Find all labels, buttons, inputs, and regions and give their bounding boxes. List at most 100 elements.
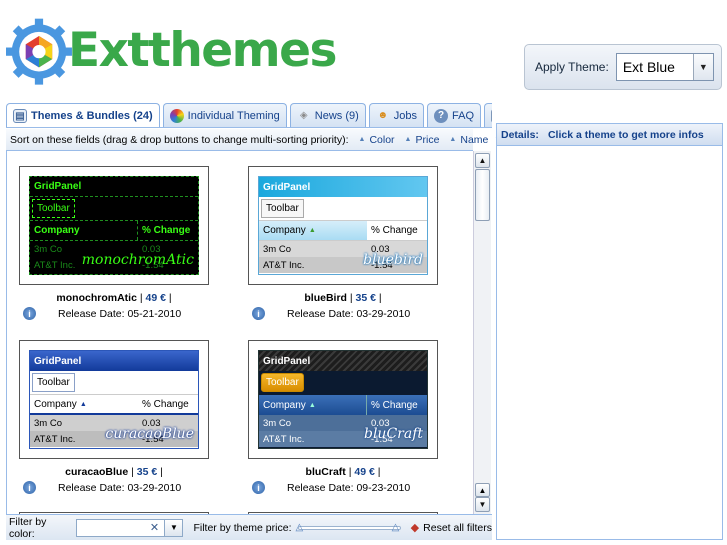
filter-toolbar: Filter by color: ✕ ▼ Filter by theme pri… [6, 514, 492, 540]
theme-price[interactable]: 35 € [356, 292, 376, 304]
tab-label: Themes & Bundles (24) [31, 110, 153, 122]
apply-theme-value: Ext Blue [622, 59, 675, 75]
sort-button-color[interactable]: ▲ Color [359, 134, 395, 146]
reset-filters-button[interactable]: ◆ Reset all filters [410, 521, 492, 535]
preview-signature: bluebird [363, 252, 423, 268]
sort-description: Sort on these fields (drag & drop button… [10, 133, 349, 146]
theme-name: blueBird [304, 292, 347, 304]
eraser-icon: ◆ [410, 522, 420, 534]
theme-card[interactable]: GridPanel Toolbar Company ▲ % Change 3m C… [248, 166, 438, 320]
tab-themes-bundles[interactable]: ▤ Themes & Bundles (24) [6, 103, 160, 127]
theme-card[interactable]: GridPanel Toolbar Company % Change 3m Co… [19, 166, 209, 320]
sort-asc-icon: ▲ [404, 136, 412, 143]
info-icon[interactable]: i [252, 481, 265, 494]
apply-theme-panel: Apply Theme: Ext Blue ▼ [524, 44, 722, 90]
sort-button-name[interactable]: ▲ Name [449, 134, 488, 146]
theme-release-line: i Release Date: 03-29-2010 [19, 481, 209, 494]
apply-theme-label: Apply Theme: [535, 60, 609, 74]
mail-icon: ✉ [491, 108, 492, 123]
preview-title: GridPanel [259, 351, 427, 371]
clear-icon[interactable]: ✕ [146, 520, 162, 536]
preview-title: GridPanel [30, 351, 198, 371]
theme-price[interactable]: 49 € [354, 466, 374, 478]
details-header: Details: Click a theme to get more infos [497, 124, 722, 146]
tab-label: News (9) [314, 109, 359, 122]
preview-toolbar: Toolbar [261, 199, 304, 218]
slider-track [297, 525, 401, 530]
apply-theme-select[interactable]: Ext Blue ▼ [615, 53, 714, 81]
details-panel: Details: Click a theme to get more infos [496, 123, 723, 540]
dataview-scrollbar[interactable]: ▲ ▲ ▼ [473, 151, 491, 514]
theme-preview[interactable]: GridPanel Toolbar Company % Change 3m Co… [19, 166, 209, 285]
tab-jobs[interactable]: ☻ Jobs [368, 103, 425, 127]
preview-signature: bluCraft [363, 426, 423, 442]
release-date: Release Date: 03-29-2010 [287, 307, 411, 320]
release-date: Release Date: 05-21-2010 [58, 307, 182, 320]
scroll-down-icon[interactable]: ▼ [475, 497, 490, 512]
preview-col-change: % Change [371, 399, 418, 411]
scroll-up-icon[interactable]: ▲ [475, 153, 490, 168]
release-date: Release Date: 03-29-2010 [58, 481, 182, 494]
theme-card[interactable]: GridPanel Toolbar Company ▲ % Change 3m C… [248, 340, 438, 494]
gear-logo-icon [6, 18, 72, 85]
info-icon[interactable]: i [23, 481, 36, 494]
help-icon: ? [434, 108, 449, 123]
theme-price[interactable]: 49 € [145, 292, 165, 304]
preview-col-label: Company [263, 399, 306, 411]
tab-label: FAQ [452, 109, 475, 122]
tab-label: Jobs [393, 109, 418, 122]
preview-col-company: Company [30, 221, 138, 240]
theme-price[interactable]: 35 € [137, 466, 157, 478]
theme-preview[interactable]: GridPanel Toolbar Company ▲ % Change 3m C… [19, 340, 209, 459]
tab-news[interactable]: ◈ News (9) [289, 103, 366, 127]
filter-color-input[interactable] [77, 519, 148, 536]
tab-label: Individual Theming [187, 109, 280, 122]
theme-name: curacaoBlue [65, 466, 129, 478]
logo[interactable]: Extthemes [6, 8, 338, 92]
people-icon: ☻ [377, 110, 389, 121]
slider-min-thumb[interactable]: △ [296, 522, 307, 534]
scroll-thumb[interactable] [475, 169, 490, 221]
theme-name: bluCraft [305, 466, 346, 478]
filter-color-label: Filter by color: [9, 515, 47, 540]
tab-individual-theming[interactable]: Individual Theming [162, 103, 287, 127]
theme-name-line: blueBird | 35 € | [304, 292, 382, 304]
preview-col-label: Company [34, 398, 77, 410]
sort-button-price[interactable]: ▲ Price [405, 134, 440, 146]
chevron-down-icon[interactable]: ▼ [164, 519, 183, 536]
theme-card[interactable]: GridPanel Toolbar Company ▲ % Change 3m C… [19, 340, 209, 494]
filter-color-combo[interactable]: ✕ ▼ [76, 518, 184, 537]
tab-strip: ▤ Themes & Bundles (24) Individual Themi… [6, 103, 492, 128]
theme-name-line: monochromAtic | 49 € | [56, 292, 172, 304]
preview-toolbar: Toolbar [32, 199, 75, 218]
reset-filters-label: Reset all filters [423, 521, 492, 534]
preview-col-company: Company ▲ [259, 221, 367, 240]
preview-cell: AT&T Inc. [263, 259, 305, 271]
chevron-down-icon[interactable]: ▼ [692, 54, 713, 80]
price-range-slider[interactable]: △ △ [296, 521, 403, 535]
sort-asc-icon: ▲ [79, 400, 87, 408]
sort-asc-icon: ▲ [358, 136, 366, 143]
release-date: Release Date: 09-23-2010 [287, 481, 411, 494]
theme-release-line: i Release Date: 09-23-2010 [248, 481, 438, 494]
scroll-down-icon[interactable]: ▲ [475, 483, 490, 497]
info-icon[interactable]: i [23, 307, 36, 320]
sort-button-label: Name [460, 133, 489, 146]
theme-preview[interactable]: GridPanel Toolbar Company ▲ % Change 3m C… [248, 166, 438, 285]
theme-release-line: i Release Date: 03-29-2010 [248, 307, 438, 320]
tab-contact[interactable]: ✉ Co [484, 103, 492, 127]
sort-asc-icon: ▲ [308, 401, 316, 409]
palette-icon [169, 108, 184, 123]
tab-faq[interactable]: ? FAQ [427, 103, 482, 127]
info-icon[interactable]: i [252, 307, 265, 320]
preview-title: GridPanel [30, 177, 198, 197]
slider-max-thumb[interactable]: △ [392, 522, 403, 534]
preview-col-change: % Change [371, 225, 418, 236]
theme-name-line: curacaoBlue | 35 € | [65, 466, 163, 478]
preview-cell: 3m Co [263, 243, 291, 255]
theme-name-line: bluCraft | 49 € | [305, 466, 381, 478]
tag-icon: ◈ [299, 110, 308, 121]
theme-preview[interactable]: GridPanel Toolbar Company ▲ % Change 3m C… [248, 340, 438, 459]
preview-col-company: Company ▲ [259, 395, 367, 415]
sort-toolbar: Sort on these fields (drag & drop button… [6, 129, 501, 151]
